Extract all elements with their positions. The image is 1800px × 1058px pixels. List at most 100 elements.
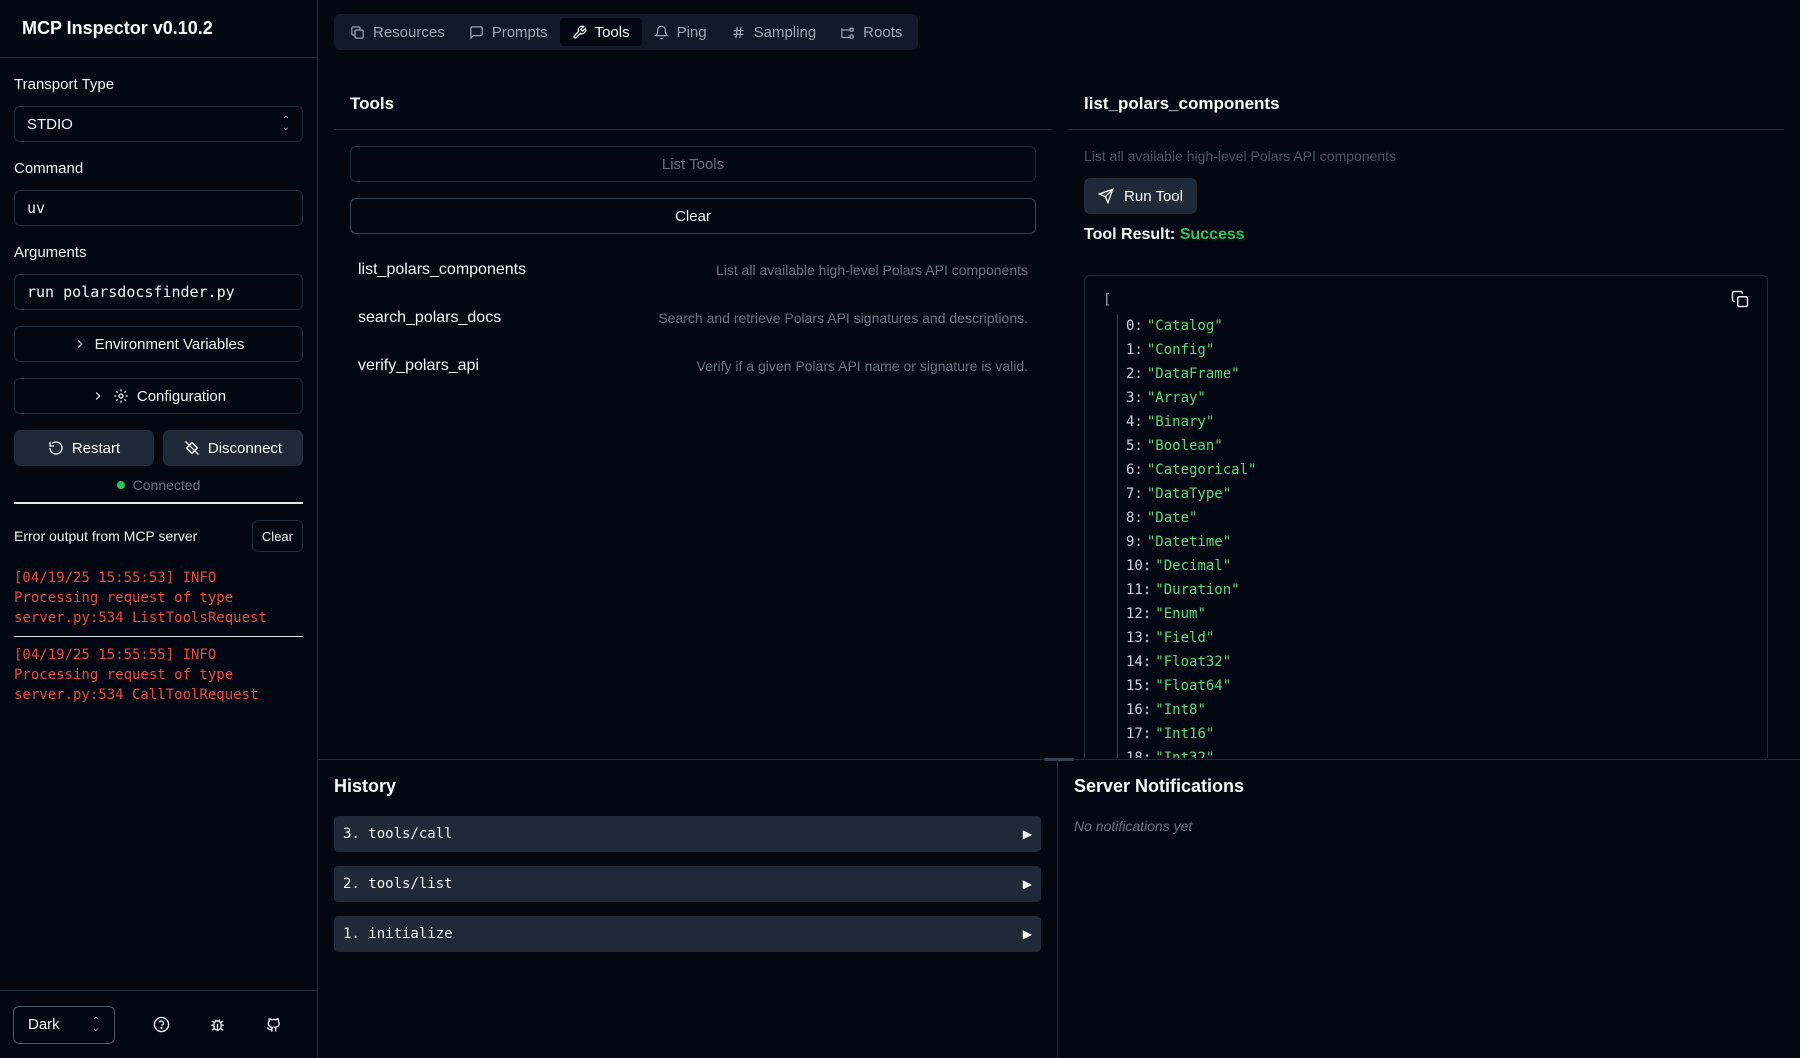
transport-type-label: Transport Type: [14, 76, 115, 93]
json-index: 11:: [1126, 582, 1152, 598]
json-index: 6:: [1126, 462, 1143, 478]
sidebar: MCP Inspector v0.10.2 Transport Type STD…: [0, 0, 318, 1058]
tool-name: verify_polars_api: [358, 357, 479, 374]
run-tool-button[interactable]: Run Tool: [1084, 178, 1197, 214]
json-index: 1:: [1126, 342, 1143, 358]
json-index: 3:: [1126, 390, 1143, 406]
json-index: 13:: [1126, 630, 1152, 646]
json-value: "Binary": [1146, 414, 1215, 430]
json-row: 9: "Datetime": [1126, 530, 1749, 554]
disconnect-button[interactable]: Disconnect: [163, 430, 303, 466]
command-field[interactable]: [14, 190, 303, 226]
chevron-right-icon: [77, 340, 83, 348]
json-row: 2: "DataFrame": [1126, 362, 1749, 386]
tab-label: Tools: [594, 23, 630, 41]
environment-variables-label: Environment Variables: [94, 335, 245, 353]
roots-icon: [841, 27, 854, 39]
list-tools-button[interactable]: List Tools: [350, 146, 1036, 182]
json-row: 10: "Decimal": [1126, 554, 1749, 578]
json-row: 0: "Catalog": [1126, 314, 1749, 338]
tab-label: Sampling: [753, 23, 817, 41]
tab-label: Roots: [863, 23, 903, 41]
json-value: "Int32": [1155, 750, 1215, 758]
connection-status: Connected: [14, 476, 303, 494]
command-input[interactable]: [27, 199, 290, 217]
history-item[interactable]: 1. initialize ▶: [334, 916, 1041, 952]
tool-description: Search and retrieve Polars API signature…: [658, 310, 1028, 326]
json-bracket: [: [1103, 292, 1112, 308]
help-icon[interactable]: [141, 1006, 181, 1044]
github-icon[interactable]: [253, 1006, 293, 1044]
tool-item[interactable]: verify_polars_api Verify if a given Pola…: [350, 342, 1036, 390]
restart-button[interactable]: Restart: [14, 430, 154, 466]
disconnect-label: Disconnect: [207, 439, 283, 457]
json-value: "Enum": [1155, 606, 1206, 622]
tab-label: Prompts: [491, 23, 548, 41]
gear-icon: [114, 389, 128, 403]
tab-sampling[interactable]: Sampling: [719, 18, 829, 46]
json-index: 7:: [1126, 486, 1143, 502]
tools-panel: Tools List Tools Clear list_polars_compo…: [334, 82, 1052, 758]
json-row: 12: "Enum": [1126, 602, 1749, 626]
json-row: 5: "Boolean": [1126, 434, 1749, 458]
bug-icon[interactable]: [197, 1006, 237, 1044]
theme-value: Dark: [28, 1016, 60, 1033]
json-index: 9:: [1126, 534, 1143, 550]
tool-result-heading: Tool Result: Success: [1068, 226, 1784, 244]
tools-panel-title: Tools: [334, 82, 1052, 130]
server-notifications-title: Server Notifications: [1074, 776, 1245, 796]
tool-result-label: Tool Result:: [1084, 226, 1176, 243]
arguments-label: Arguments: [14, 244, 87, 261]
json-value: "Boolean": [1146, 438, 1223, 454]
json-row: 4: "Binary": [1126, 410, 1749, 434]
tab-resources[interactable]: Resources: [338, 18, 457, 46]
error-log-entry: [04/19/25 15:55:55] INFO Processing requ…: [14, 647, 259, 703]
json-index: 8:: [1126, 510, 1143, 526]
history-item[interactable]: 2. tools/list ▶: [334, 866, 1041, 902]
main-area: Resources Prompts Tools Ping Sampling Ro…: [318, 0, 1800, 1058]
environment-variables-toggle[interactable]: Environment Variables: [14, 326, 303, 362]
transport-type-value: STDIO: [27, 115, 73, 133]
json-row: 1: "Config": [1126, 338, 1749, 362]
tool-result-json: [ 0: "Catalog" 1: "Config" 2: "DataFrame" 3: "A…: [1084, 275, 1768, 758]
clear-errors-button[interactable]: Clear: [251, 520, 303, 552]
json-row: 18: "Int32": [1126, 746, 1749, 758]
status-dot: [116, 481, 125, 489]
theme-select[interactable]: Dark ⌃ ⌄: [13, 1005, 115, 1044]
tab-ping[interactable]: Ping: [642, 18, 719, 46]
json-row: 15: "Float64": [1126, 674, 1749, 698]
json-row: 14: "Float32": [1126, 650, 1749, 674]
history-item-label: 1. initialize: [343, 926, 453, 942]
json-index: 14:: [1126, 654, 1152, 670]
history-item-label: 2. tools/list: [343, 876, 453, 892]
json-value: "Config": [1146, 342, 1215, 358]
tab-label: Ping: [676, 23, 707, 41]
tab-tools[interactable]: Tools: [559, 18, 642, 46]
chevron-right-icon: [95, 392, 101, 400]
json-value: "Catalog": [1146, 318, 1223, 334]
notifications-empty-text: No notifications yet: [1074, 818, 1193, 834]
transport-type-select[interactable]: STDIO ⌃ ⌄: [14, 106, 303, 142]
bell-icon: [653, 25, 669, 39]
command-label: Command: [14, 160, 84, 177]
tools-icon: [572, 25, 586, 39]
expand-icon: ▶: [1022, 827, 1032, 841]
arguments-field[interactable]: [14, 274, 303, 310]
copy-icon[interactable]: [1731, 290, 1753, 312]
prompts-icon: [469, 25, 483, 40]
tab-roots[interactable]: Roots: [828, 18, 914, 46]
json-index: 5:: [1126, 438, 1143, 454]
tool-item[interactable]: list_polars_components List all availabl…: [350, 246, 1036, 294]
history-title: History: [334, 776, 397, 796]
json-index: 15:: [1126, 678, 1152, 694]
configuration-toggle[interactable]: Configuration: [14, 378, 303, 414]
tab-prompts[interactable]: Prompts: [457, 18, 560, 46]
json-index: 17:: [1126, 726, 1152, 742]
tool-item[interactable]: search_polars_docs Search and retrieve P…: [350, 294, 1036, 342]
arguments-input[interactable]: [27, 283, 290, 301]
history-item[interactable]: 3. tools/call ▶: [334, 816, 1041, 852]
tab-label: Resources: [373, 23, 445, 41]
tool-detail-title: list_polars_components: [1068, 82, 1784, 130]
json-value: "DataType": [1146, 486, 1232, 502]
clear-tools-button[interactable]: Clear: [350, 198, 1036, 234]
